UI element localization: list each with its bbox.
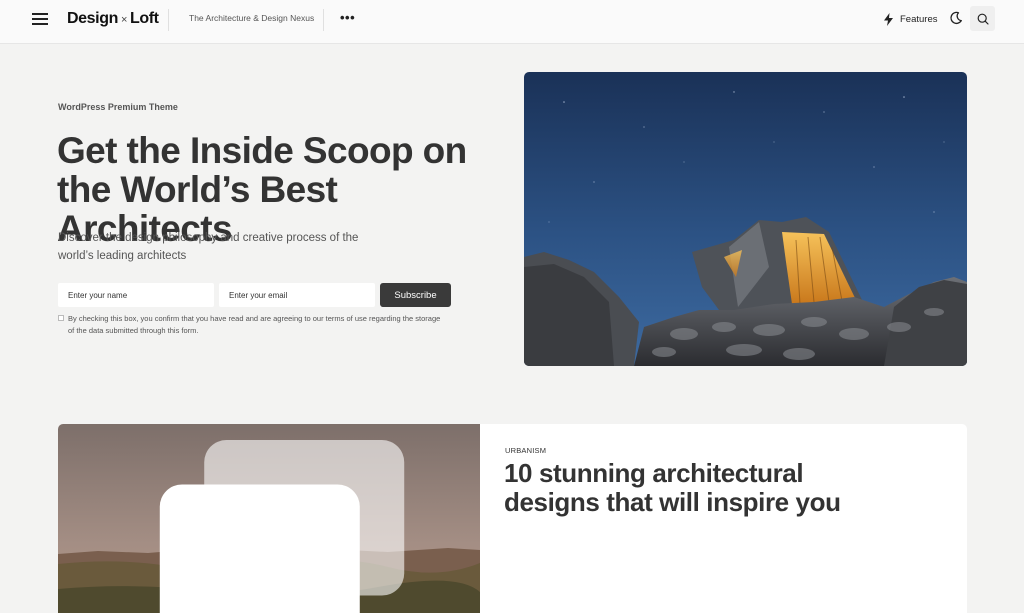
featured-article-card: URBANISM 10 stunning architectural desig…	[58, 424, 967, 613]
logo-word-design: Design	[67, 10, 118, 27]
subscribe-button[interactable]: Subscribe	[380, 283, 451, 307]
cabin-night-illustration	[524, 72, 967, 366]
consent-text: By checking this box, you confirm that y…	[68, 314, 441, 335]
consent-checkbox[interactable]	[58, 315, 64, 321]
features-label: Features	[900, 13, 938, 25]
hamburger-icon[interactable]	[32, 13, 48, 25]
logo-word-loft: Loft	[129, 10, 159, 27]
header-divider	[323, 9, 324, 31]
header-divider	[168, 9, 169, 31]
email-input[interactable]	[219, 283, 375, 307]
hero-subtitle: Discover the design philosophy and creat…	[58, 232, 359, 262]
site-header: Design × Loft The Architecture & Design Ne…	[0, 0, 1024, 44]
article-category[interactable]: URBANISM	[505, 446, 546, 455]
features-menu-button[interactable]: Features	[883, 11, 938, 27]
search-button[interactable]	[970, 6, 995, 31]
search-icon	[977, 13, 989, 25]
logo-times: ×	[120, 14, 127, 26]
article-image[interactable]	[58, 424, 480, 613]
name-input[interactable]	[58, 283, 214, 307]
hero-eyebrow: WordPress Premium Theme	[58, 102, 178, 112]
article-title[interactable]: 10 stunning architectural designs that w…	[504, 459, 884, 517]
moon-icon[interactable]	[949, 11, 963, 25]
lightning-icon	[884, 12, 893, 26]
more-dots-icon[interactable]: •••	[340, 11, 355, 24]
site-logo[interactable]: Design × Loft	[67, 10, 159, 28]
hero-image[interactable]	[524, 72, 967, 366]
site-tagline: The Architecture & Design Nexus	[189, 13, 315, 23]
gallery-icon	[159, 440, 405, 613]
